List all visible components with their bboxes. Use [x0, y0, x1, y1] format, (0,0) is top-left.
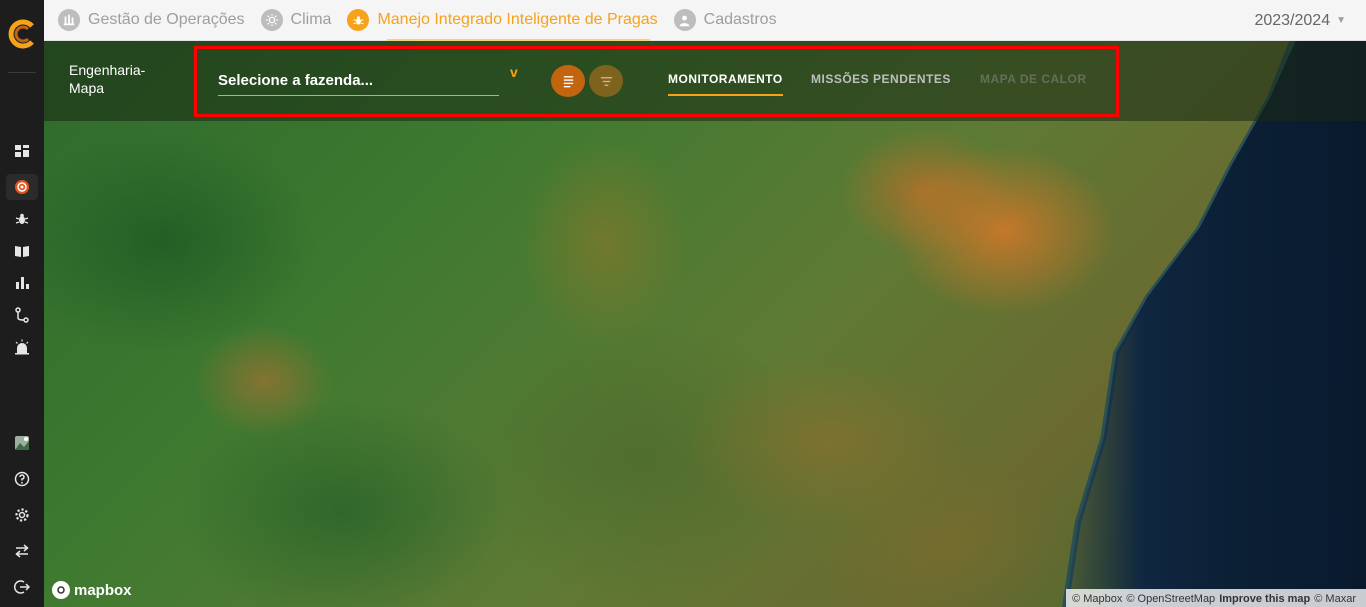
tab-label: Cadastros: [703, 11, 777, 28]
filter-button[interactable]: [589, 65, 623, 97]
tab-missoes-pendentes[interactable]: MISSÕES PENDENTES: [811, 72, 951, 94]
dashboard-icon[interactable]: [11, 140, 33, 162]
filter-icon: [600, 76, 612, 86]
user-icon: [673, 9, 696, 31]
book-icon[interactable]: [11, 240, 33, 262]
improve-map-link[interactable]: Improve this map: [1219, 593, 1310, 605]
map-attribution: © Mapbox © OpenStreetMap Improve this ma…: [1066, 589, 1366, 607]
sidebar-divider: [8, 72, 36, 73]
help-icon[interactable]: [11, 468, 33, 490]
chevron-down-icon[interactable]: v: [510, 64, 518, 80]
tab-clima[interactable]: Clima: [260, 0, 332, 41]
attribution-osm[interactable]: © OpenStreetMap: [1126, 593, 1215, 605]
bar-chart-icon[interactable]: [11, 272, 33, 294]
sun-icon: [260, 9, 283, 31]
route-icon[interactable]: [11, 304, 33, 326]
bug-icon: [347, 9, 370, 31]
farm-select-placeholder: Selecione a fazenda...: [218, 72, 374, 89]
chevron-down-icon: ▼: [1336, 15, 1346, 26]
ocean: [1065, 41, 1366, 607]
attribution-maxar[interactable]: © Maxar: [1314, 593, 1356, 605]
alarm-icon[interactable]: [11, 336, 33, 358]
operations-icon: [58, 9, 80, 31]
avatar-icon[interactable]: [11, 432, 33, 454]
swap-icon[interactable]: [11, 540, 33, 562]
sidebar: [0, 0, 44, 607]
tab-mapa-de-calor[interactable]: MAPA DE CALOR: [980, 72, 1087, 94]
farm-select[interactable]: Selecione a fazenda...: [218, 70, 499, 96]
tab-label: Manejo Integrado Inteligente de Pragas: [377, 11, 658, 28]
brand-logo: [8, 19, 34, 49]
app-root: Gestão de Operações Clima Manejo Integra…: [0, 0, 1366, 607]
mapbox-wordmark: mapbox: [74, 581, 132, 599]
list-view-button[interactable]: [551, 65, 585, 97]
season-selector[interactable]: 2023/2024 ▼: [1254, 0, 1346, 41]
settings-icon[interactable]: [11, 504, 33, 526]
list-icon: [563, 75, 573, 87]
module-tabs-bar: Gestão de Operações Clima Manejo Integra…: [44, 0, 1366, 41]
tab-label: Gestão de Operações: [88, 11, 245, 28]
satellite-map[interactable]: [44, 41, 1366, 607]
attribution-mapbox[interactable]: © Mapbox: [1072, 593, 1122, 605]
tab-gestao-operacoes[interactable]: Gestão de Operações: [58, 0, 245, 41]
page-title: Engenharia-Mapa: [69, 62, 146, 96]
season-value: 2023/2024: [1254, 11, 1331, 29]
logout-icon[interactable]: [11, 576, 33, 598]
mapbox-icon: [52, 581, 70, 599]
tab-label: Clima: [290, 11, 332, 28]
tab-monitoramento[interactable]: MONITORAMENTO: [668, 72, 783, 96]
target-icon[interactable]: [11, 176, 33, 198]
tab-manejo-pragas[interactable]: Manejo Integrado Inteligente de Pragas: [347, 0, 658, 41]
mapbox-logo[interactable]: mapbox: [52, 580, 132, 600]
tab-cadastros[interactable]: Cadastros: [673, 0, 777, 41]
bug-icon[interactable]: [11, 208, 33, 230]
